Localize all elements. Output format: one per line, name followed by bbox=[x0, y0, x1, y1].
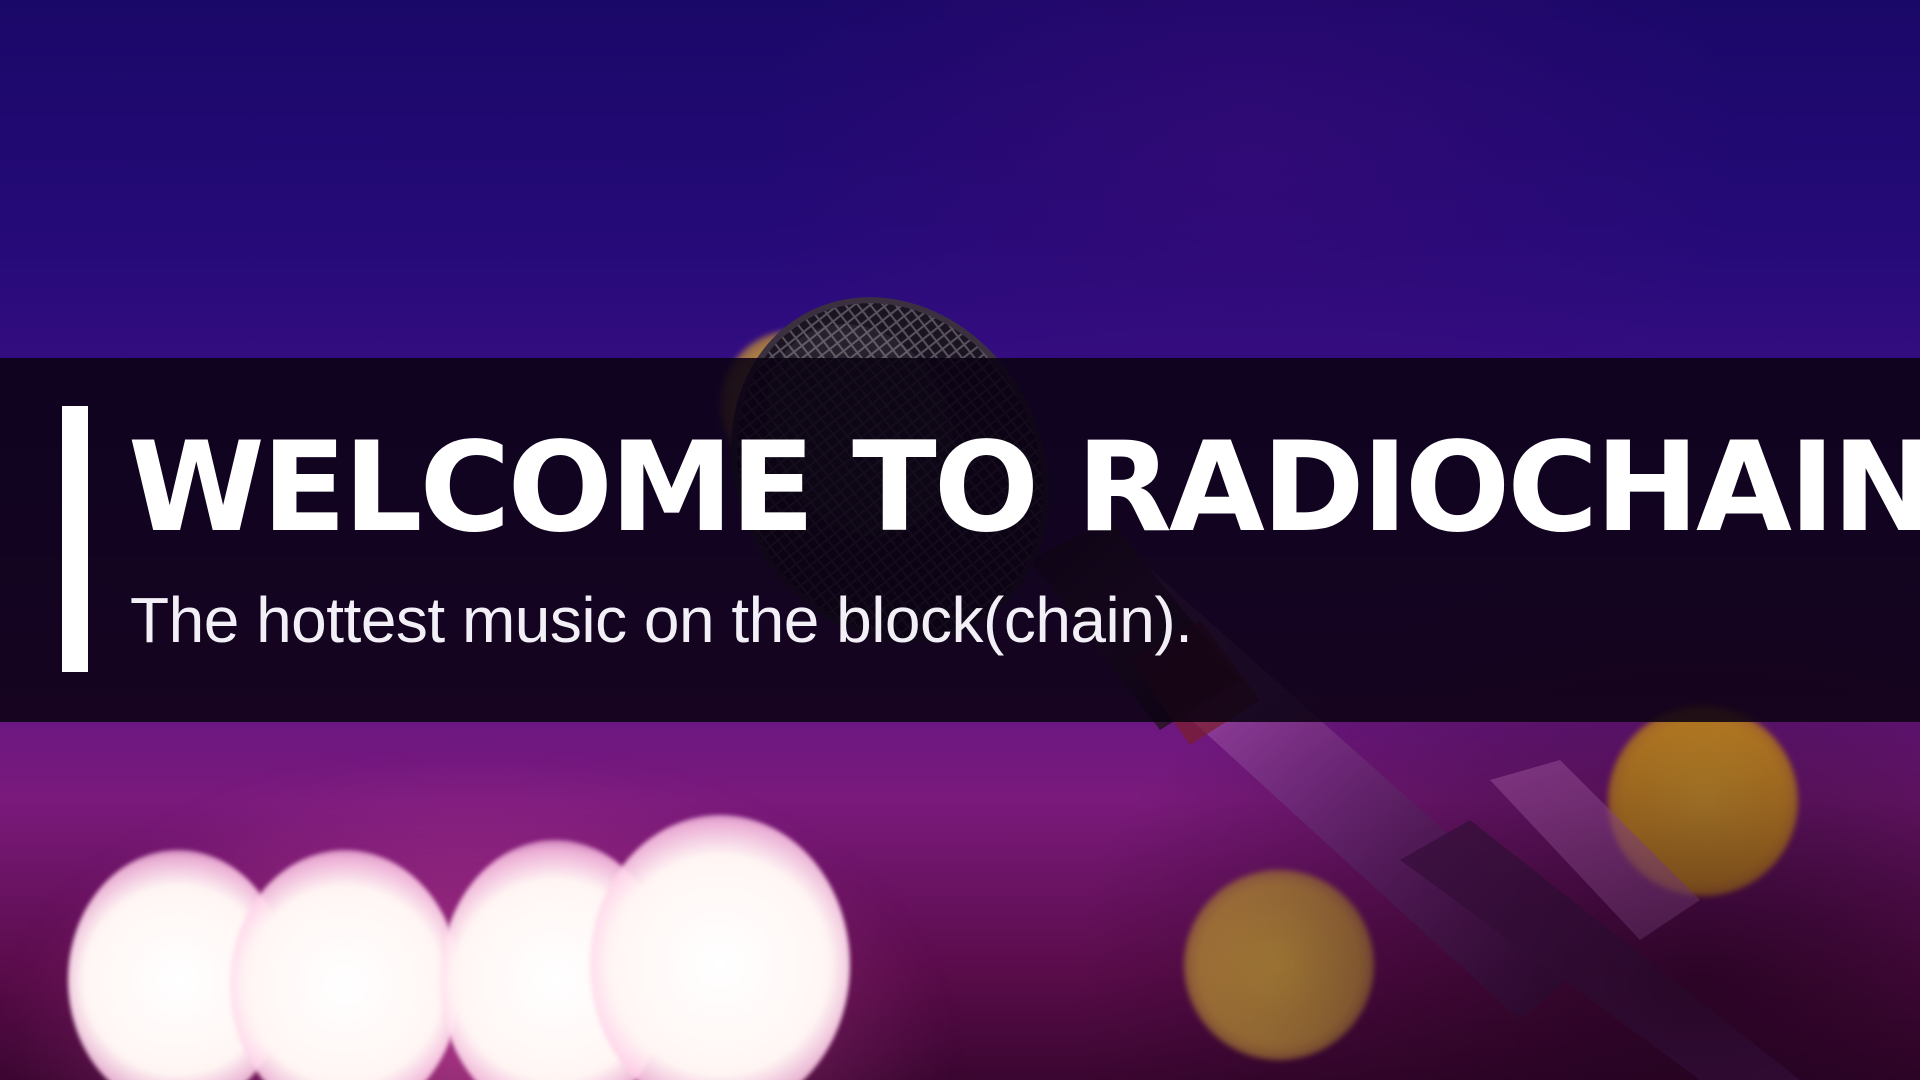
hero-section: WELCOME TO RADIOCHAIN The hottest music … bbox=[0, 0, 1920, 1080]
page-subtitle: The hottest music on the block(chain). bbox=[130, 584, 1193, 656]
accent-bar bbox=[62, 406, 88, 672]
page-title: WELCOME TO RADIOCHAIN bbox=[128, 416, 1920, 560]
